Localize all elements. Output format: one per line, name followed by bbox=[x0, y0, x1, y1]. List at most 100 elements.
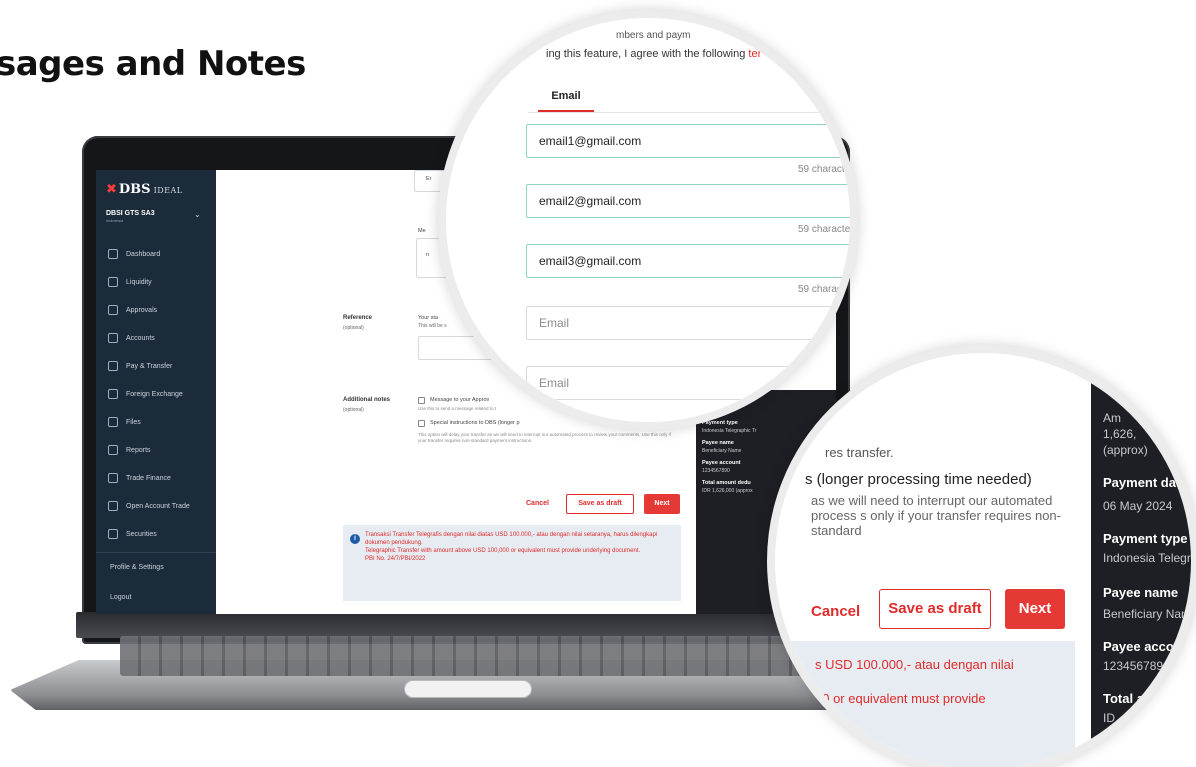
zoom-payee-account-label: Payee accoun bbox=[1103, 639, 1190, 654]
message-field-prefix: n bbox=[426, 252, 430, 258]
laptop-hinge bbox=[76, 612, 856, 638]
zoom-payment-date-label: Payment dat bbox=[1103, 475, 1181, 490]
email-input-5[interactable]: Email bbox=[526, 366, 850, 400]
approver-message-checkbox[interactable] bbox=[418, 397, 425, 404]
summary-payment-type-label: Payment type bbox=[702, 420, 738, 426]
tab-email[interactable]: Email bbox=[538, 90, 594, 112]
char-count-2: 59 characte bbox=[798, 224, 851, 235]
zoom-total-label: Total a bbox=[1103, 691, 1144, 706]
zoom-amount-value: 1,626, bbox=[1103, 427, 1137, 441]
laptop-keyboard bbox=[120, 636, 820, 676]
zoom-payee-name: Beneficiary Nan bbox=[1103, 607, 1188, 621]
terms-link[interactable]: ter bbox=[748, 48, 761, 60]
email-input-2[interactable]: email2@gmail.com bbox=[526, 184, 850, 218]
sidebar-item-pay-transfer[interactable]: Pay & Transfer bbox=[96, 352, 216, 380]
notice-box: i Transaksi Transfer Telegrafis dengan n… bbox=[343, 525, 681, 601]
sidebar-item-label: Open Account Trade bbox=[126, 502, 190, 510]
sidebar: ✖ DBS IDEAL DBSI GTS SA3 Indonesia ⌄ Dashb… bbox=[96, 170, 216, 614]
sidebar-item-profile[interactable]: Profile & Settings bbox=[96, 553, 216, 583]
dbs-x-icon: ✖ bbox=[106, 182, 117, 197]
zoom-payee-account: 123456789 bbox=[1103, 659, 1164, 673]
reference-field-label: Your sta bbox=[418, 315, 438, 321]
zoom-top-faded-text: mbers and paym bbox=[616, 30, 691, 41]
zoom-payment-date: 06 May 2024 bbox=[1103, 499, 1173, 513]
reference-label: Reference bbox=[343, 315, 373, 321]
tab-divider bbox=[528, 112, 850, 113]
zoom-payment-type: Indonesia Telegr bbox=[1103, 551, 1191, 565]
sidebar-item-reports[interactable]: Reports bbox=[96, 436, 216, 464]
zoom-total-value: ID bbox=[1103, 711, 1115, 725]
zoom-amount-approx: (approx) bbox=[1103, 443, 1148, 457]
buttons-zoom-circle: res transfer. s (longer processing time … bbox=[767, 345, 1196, 767]
account-switcher[interactable]: DBSI GTS SA3 Indonesia bbox=[106, 210, 155, 223]
securities-icon bbox=[108, 529, 118, 539]
zoom-payment-type-label: Payment type bbox=[1103, 531, 1188, 546]
sidebar-item-label: Files bbox=[126, 418, 141, 426]
sidebar-item-liquidity[interactable]: Liquidity bbox=[96, 268, 216, 296]
sidebar-footer: Profile & Settings Logout bbox=[96, 552, 216, 613]
logo-brand: DBS bbox=[118, 182, 151, 197]
account-name: DBSI GTS SA3 bbox=[106, 210, 155, 217]
email-field-prefix: Er bbox=[426, 176, 432, 182]
logo-product: IDEAL bbox=[153, 186, 183, 195]
sidebar-item-foreign-exchange[interactable]: Foreign Exchange bbox=[96, 380, 216, 408]
cancel-button[interactable]: Cancel bbox=[526, 500, 549, 507]
home-icon bbox=[108, 249, 118, 259]
notice-line-1: Transaksi Transfer Telegrafis dengan nil… bbox=[365, 532, 658, 546]
zoom-save-draft-button[interactable]: Save as draft bbox=[879, 589, 991, 629]
zoom-summary-panel: Am 1,626, (approx) Payment dat 06 May 20… bbox=[1091, 353, 1191, 767]
chevron-down-icon[interactable]: ⌄ bbox=[194, 210, 201, 219]
sidebar-item-logout[interactable]: Logout bbox=[96, 583, 216, 613]
trade-icon bbox=[108, 473, 118, 483]
zoom-special-instructions-text: s (longer processing time needed) bbox=[805, 471, 1032, 488]
sidebar-item-label: Dashboard bbox=[126, 250, 161, 258]
account-sub: Indonesia bbox=[106, 218, 124, 223]
approver-message-label: Message to your Approv bbox=[430, 397, 490, 403]
exchange-icon bbox=[108, 389, 118, 399]
zoom-payee-name-label: Payee name bbox=[1103, 585, 1179, 600]
special-instructions-hint: This option will delay your transfer as … bbox=[418, 432, 671, 443]
sidebar-item-dashboard[interactable]: Dashboard bbox=[96, 240, 216, 268]
page-title: sages and Notes bbox=[0, 44, 306, 84]
sidebar-item-label: Liquidity bbox=[126, 278, 152, 286]
email-input-3[interactable]: email3@gmail.com bbox=[526, 244, 850, 278]
file-icon bbox=[108, 417, 118, 427]
zoom-notice-box: s USD 100.000,- atau dengan nilai 00 or … bbox=[775, 641, 1075, 767]
report-icon bbox=[108, 445, 118, 455]
coins-icon bbox=[108, 277, 118, 287]
notice-line-2: Telegraphic Transfer with amount above U… bbox=[365, 548, 641, 554]
sidebar-item-label: Pay & Transfer bbox=[126, 362, 173, 370]
laptop-notch bbox=[404, 680, 532, 698]
transfer-icon bbox=[108, 361, 118, 371]
agree-text: ing this feature, I agree with the follo… bbox=[546, 48, 761, 60]
email-input-4[interactable]: Email bbox=[526, 306, 850, 340]
zoom-requires-transfer-text: res transfer. bbox=[825, 445, 894, 460]
email-input-1[interactable]: email1@gmail.com bbox=[526, 124, 850, 158]
sidebar-item-label: Accounts bbox=[126, 334, 155, 342]
char-count-3: 59 characte bbox=[798, 284, 851, 295]
approval-icon bbox=[108, 305, 118, 315]
zoom-notice-line-2: 00 or equivalent must provide bbox=[815, 691, 986, 706]
special-instructions-label: Special instructions to DBS (longer p bbox=[430, 420, 520, 426]
sidebar-item-files[interactable]: Files bbox=[96, 408, 216, 436]
additional-notes-label: Additional notes bbox=[343, 397, 390, 403]
agree-text-body: ing this feature, I agree with the follo… bbox=[546, 48, 749, 60]
sidebar-item-open-account-trade[interactable]: Open Account Trade bbox=[96, 492, 216, 520]
zoom-cancel-button[interactable]: Cancel bbox=[811, 603, 860, 620]
sidebar-item-trade-finance[interactable]: Trade Finance bbox=[96, 464, 216, 492]
save-draft-button[interactable]: Save as draft bbox=[566, 494, 634, 514]
special-instructions-checkbox[interactable] bbox=[418, 420, 425, 427]
additional-notes-optional: (optional) bbox=[343, 407, 364, 413]
open-trade-icon bbox=[108, 501, 118, 511]
sidebar-nav: Dashboard Liquidity Approvals Accounts Pay &… bbox=[96, 240, 216, 548]
reference-hint: This will be s bbox=[418, 323, 447, 329]
sidebar-item-approvals[interactable]: Approvals bbox=[96, 296, 216, 324]
logo[interactable]: ✖ DBS IDEAL bbox=[106, 182, 183, 197]
sidebar-item-label: Approvals bbox=[126, 306, 158, 314]
next-button[interactable]: Next bbox=[644, 494, 680, 514]
notice-line-3: PBI No. 24/7/PBI/2022 bbox=[365, 556, 426, 562]
char-count-4: 59 bbox=[808, 346, 820, 357]
zoom-next-button[interactable]: Next bbox=[1005, 589, 1065, 629]
sidebar-item-accounts[interactable]: Accounts bbox=[96, 324, 216, 352]
sidebar-item-securities[interactable]: Securities bbox=[96, 520, 216, 548]
